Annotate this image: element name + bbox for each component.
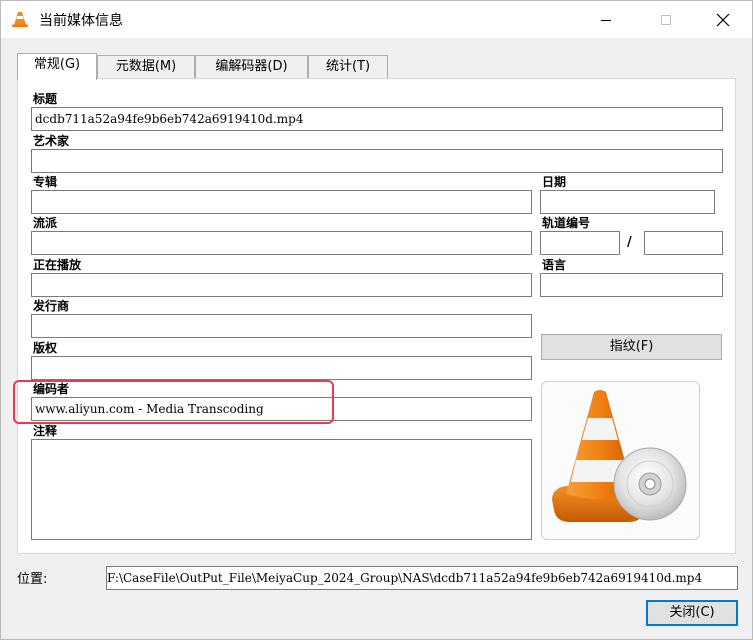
comments-textarea[interactable] (31, 439, 532, 540)
publisher-field[interactable] (31, 314, 532, 338)
vlc-cone-icon (12, 12, 28, 27)
location-value: F:\CaseFile\OutPut_File\MeiyaCup_2024_Gr… (107, 571, 703, 585)
tab-general[interactable]: 常规(G) (17, 53, 97, 80)
comments-label: 注释 (33, 424, 58, 438)
genre-label: 流派 (33, 216, 58, 230)
publisher-label: 发行商 (33, 299, 70, 313)
location-field[interactable]: F:\CaseFile\OutPut_File\MeiyaCup_2024_Gr… (106, 566, 738, 590)
minimize-button[interactable] (583, 1, 629, 38)
album-field[interactable] (31, 190, 532, 214)
copyright-label: 版权 (33, 341, 58, 355)
close-button[interactable]: 关闭(C) (646, 600, 738, 626)
language-field[interactable] (540, 273, 723, 297)
encoded-by-label: 编码者 (33, 382, 70, 396)
date-field[interactable] (540, 190, 715, 214)
close-icon (716, 13, 730, 26)
track-number-label: 轨道编号 (542, 216, 591, 230)
location-label: 位置: (17, 572, 48, 587)
now-playing-field[interactable] (31, 273, 532, 297)
window-title: 当前媒体信息 (39, 13, 123, 29)
tab-codec[interactable]: 编解码器(D) (195, 55, 308, 79)
track-number-field[interactable] (540, 231, 620, 255)
maximize-icon (661, 14, 671, 25)
encoded-by-field[interactable]: www.aliyun.com - Media Transcoding (31, 397, 532, 421)
media-info-window: 当前媒体信息 常规(G) 元数据(M) 编解码器(D) 统计(T) 标题 dcd… (0, 0, 753, 640)
general-panel: 标题 dcdb711a52a94fe9b6eb742a6919410d.mp4 … (17, 78, 736, 554)
language-label: 语言 (542, 258, 567, 272)
title-label: 标题 (33, 92, 58, 106)
minimize-icon (601, 19, 611, 21)
close-window-button[interactable] (700, 1, 746, 38)
fingerprint-button[interactable]: 指纹(F) (541, 334, 722, 360)
vlc-cone-disc-artwork (552, 390, 687, 522)
maximize-button[interactable] (643, 1, 689, 38)
title-bar[interactable]: 当前媒体信息 (1, 1, 752, 38)
copyright-field[interactable] (31, 356, 532, 380)
genre-field[interactable] (31, 231, 532, 255)
now-playing-label: 正在播放 (33, 258, 82, 272)
date-label: 日期 (542, 175, 567, 189)
title-field[interactable]: dcdb711a52a94fe9b6eb742a6919410d.mp4 (31, 107, 723, 131)
artwork-box (541, 381, 700, 540)
artist-label: 艺术家 (33, 134, 70, 148)
tab-metadata[interactable]: 元数据(M) (97, 55, 195, 79)
artist-field[interactable] (31, 149, 723, 173)
track-total-field[interactable] (644, 231, 723, 255)
album-label: 专辑 (33, 175, 58, 189)
tab-statistics[interactable]: 统计(T) (308, 55, 388, 79)
track-separator: / (627, 235, 632, 250)
